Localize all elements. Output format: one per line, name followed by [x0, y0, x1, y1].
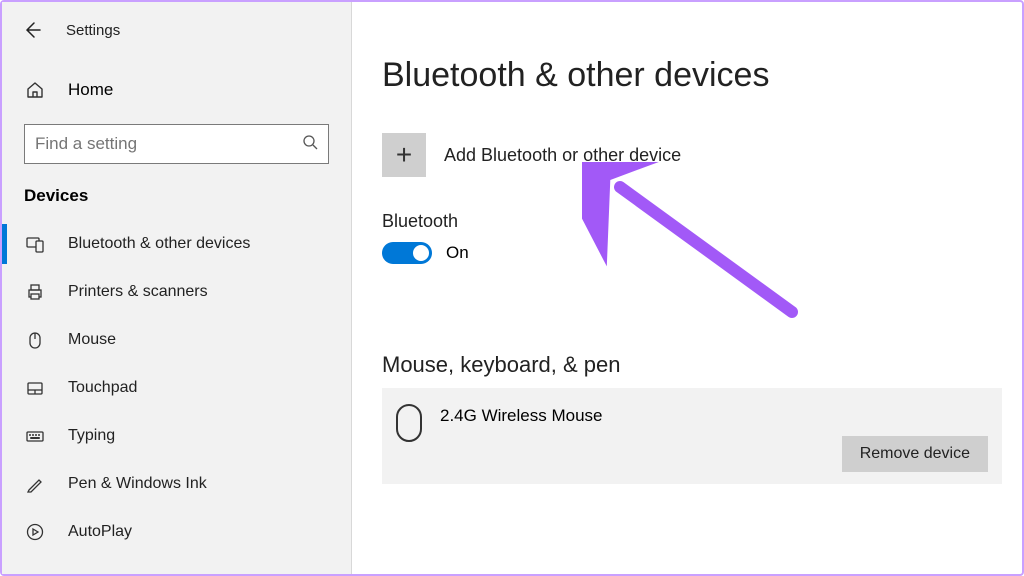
remove-device-button[interactable]: Remove device [842, 436, 988, 472]
sidebar-item-mouse[interactable]: Mouse [2, 316, 351, 364]
mouse-icon [24, 329, 46, 351]
bluetooth-toggle[interactable] [382, 242, 432, 264]
sidebar-item-touchpad[interactable]: Touchpad [2, 364, 351, 412]
add-device-label: Add Bluetooth or other device [444, 145, 681, 166]
back-arrow-icon [22, 20, 42, 40]
sidebar-item-printers[interactable]: Printers & scanners [2, 268, 351, 316]
sidebar-item-autoplay[interactable]: AutoPlay [2, 508, 351, 556]
printer-icon [24, 281, 46, 303]
bluetooth-section-title: Bluetooth [382, 211, 1002, 232]
devices-icon [24, 233, 46, 255]
autoplay-icon [24, 521, 46, 543]
nav-label: Touchpad [68, 379, 137, 397]
nav-label: Typing [68, 427, 115, 445]
sidebar-item-pen[interactable]: Pen & Windows Ink [2, 460, 351, 508]
device-card[interactable]: 2.4G Wireless Mouse Remove device [382, 388, 1002, 484]
bluetooth-toggle-row: On [382, 242, 1002, 264]
sidebar-section-title: Devices [2, 164, 351, 220]
search-box[interactable] [24, 124, 329, 164]
device-section-title: Mouse, keyboard, & pen [382, 352, 1002, 378]
page-title: Bluetooth & other devices [382, 56, 1002, 95]
sidebar-item-typing[interactable]: Typing [2, 412, 351, 460]
add-device-row[interactable]: + Add Bluetooth or other device [382, 133, 1002, 177]
mouse-device-icon [396, 404, 422, 442]
search-input[interactable] [35, 134, 302, 154]
add-device-button[interactable]: + [382, 133, 426, 177]
pen-icon [24, 473, 46, 495]
bluetooth-toggle-state: On [446, 243, 469, 263]
plus-icon: + [396, 139, 412, 171]
app-title: Settings [66, 22, 120, 39]
search-icon [302, 134, 318, 155]
nav-label: Mouse [68, 331, 116, 349]
sidebar: Settings Home Devices Bluetooth & other … [2, 2, 352, 574]
back-button[interactable] [20, 18, 44, 42]
touchpad-icon [24, 377, 46, 399]
sidebar-item-bluetooth[interactable]: Bluetooth & other devices [2, 220, 351, 268]
nav-label: Printers & scanners [68, 283, 208, 301]
home-label: Home [68, 80, 113, 100]
home-icon [24, 79, 46, 101]
main-content: Bluetooth & other devices + Add Bluetoot… [382, 2, 1002, 574]
home-nav[interactable]: Home [2, 70, 351, 110]
title-bar: Settings [2, 12, 351, 48]
keyboard-icon [24, 425, 46, 447]
device-name: 2.4G Wireless Mouse [440, 402, 603, 426]
nav-label: Pen & Windows Ink [68, 475, 207, 493]
nav-label: Bluetooth & other devices [68, 235, 250, 253]
nav-label: AutoPlay [68, 523, 132, 541]
toggle-knob [413, 245, 429, 261]
